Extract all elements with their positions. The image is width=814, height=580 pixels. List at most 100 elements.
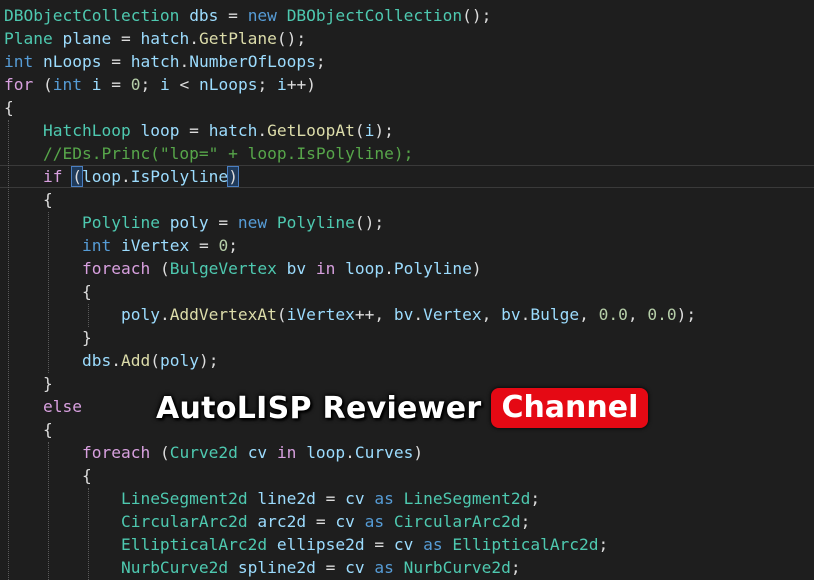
code-line[interactable]: Plane plane = hatch.GetPlane(); — [4, 27, 306, 50]
code-line[interactable]: } — [4, 326, 92, 349]
code-line[interactable]: else — [4, 395, 82, 418]
code-line[interactable]: Polyline poly = new Polyline(); — [4, 211, 384, 234]
code-token: new — [237, 213, 268, 232]
code-line[interactable]: } — [4, 372, 53, 395]
code-line[interactable]: int nLoops = hatch.NumberOfLoops; — [4, 50, 326, 73]
code-token: Polyline — [81, 213, 160, 232]
code-token: . — [345, 443, 355, 462]
code-token: . — [189, 29, 199, 48]
code-token: . — [120, 167, 131, 186]
code-token: loop — [140, 121, 180, 140]
code-token: , — [579, 305, 599, 324]
code-line[interactable]: //EDs.Princ("lop=" + loop.IsPolyline); — [4, 142, 413, 165]
code-token: hatch — [130, 52, 180, 71]
code-token: poly — [120, 305, 160, 324]
code-line[interactable]: for (int i = 0; i < nLoops; i++) — [4, 73, 316, 96]
code-line[interactable]: { — [4, 464, 92, 487]
code-token: ( — [150, 443, 170, 462]
code-token: { — [4, 466, 92, 485]
code-token: { — [4, 190, 53, 209]
code-line[interactable]: NurbCurve2d spline2d = cv as NurbCurve2d… — [4, 556, 521, 579]
code-token: as — [374, 558, 394, 577]
code-token: ; — [530, 489, 541, 508]
code-token: Plane — [4, 29, 53, 48]
code-token: 0.0 — [598, 305, 628, 324]
code-token: Polyline — [393, 259, 472, 278]
code-line[interactable]: foreach (Curve2d cv in loop.Curves) — [4, 441, 423, 464]
code-token: } — [4, 328, 92, 347]
code-token: plane — [62, 29, 112, 48]
code-token: ) — [471, 259, 482, 278]
code-line[interactable]: HatchLoop loop = hatch.GetLoopAt(i); — [4, 119, 394, 142]
code-line[interactable]: CircularArc2d arc2d = cv as CircularArc2… — [4, 510, 530, 533]
code-token: ( — [354, 121, 365, 140]
code-token: , — [627, 305, 648, 324]
code-token: Curves — [354, 443, 414, 462]
code-token: else — [42, 397, 82, 416]
code-line[interactable]: foreach (BulgeVertex bv in loop.Polyline… — [4, 257, 482, 280]
code-token: loop — [306, 443, 346, 462]
code-token: ++) — [286, 75, 316, 94]
code-token: CircularArc2d — [393, 512, 521, 531]
code-token: ( — [276, 305, 287, 324]
code-token: LineSegment2d — [120, 489, 248, 508]
code-token: 0.0 — [647, 305, 677, 324]
code-token: for — [4, 75, 34, 94]
code-token: foreach — [81, 443, 151, 462]
code-token: new — [247, 6, 277, 25]
code-token: spline2d — [237, 558, 316, 577]
code-token: loop — [345, 259, 385, 278]
code-token: bv — [393, 305, 414, 324]
code-line[interactable]: { — [4, 418, 53, 441]
code-token: nLoops — [43, 52, 102, 71]
code-token: = — [208, 213, 238, 232]
code-token: i — [160, 75, 170, 94]
code-token: . — [384, 259, 394, 278]
code-token: ( — [33, 75, 53, 94]
code-token: cv — [335, 512, 355, 531]
code-token: ; — [598, 535, 609, 554]
code-line[interactable]: EllipticalArc2d ellipse2d = cv as Ellipt… — [4, 533, 608, 556]
code-line[interactable]: dbs.Add(poly); — [4, 349, 218, 372]
code-line[interactable]: { — [4, 188, 53, 211]
code-token: (); — [354, 213, 385, 232]
code-token: EllipticalArc2d — [120, 535, 268, 554]
code-line[interactable]: { — [4, 96, 14, 119]
code-editor[interactable]: DBObjectCollection dbs = new DBObjectCol… — [0, 0, 814, 580]
code-line[interactable]: DBObjectCollection dbs = new DBObjectCol… — [4, 4, 491, 27]
code-token: dbs — [81, 351, 112, 370]
code-token: < — [169, 75, 199, 94]
code-token: loop — [81, 167, 121, 186]
code-token: hatch — [208, 121, 258, 140]
code-line[interactable]: if (loop.IsPolyline) — [4, 165, 239, 188]
code-token: Bulge — [530, 305, 580, 324]
code-token: 0 — [130, 75, 141, 94]
code-token: ; — [510, 558, 521, 577]
code-token: ( — [150, 259, 170, 278]
code-token: ; — [140, 75, 160, 94]
watermark-text: AutoLISP Reviewer — [156, 390, 482, 426]
code-token: ; — [228, 236, 238, 255]
code-line[interactable]: LineSegment2d line2d = cv as LineSegment… — [4, 487, 540, 510]
code-line[interactable]: { — [4, 280, 92, 303]
code-line[interactable]: int iVertex = 0; — [4, 234, 238, 257]
code-line[interactable]: poly.AddVertexAt(iVertex++, bv.Vertex, b… — [4, 303, 696, 326]
